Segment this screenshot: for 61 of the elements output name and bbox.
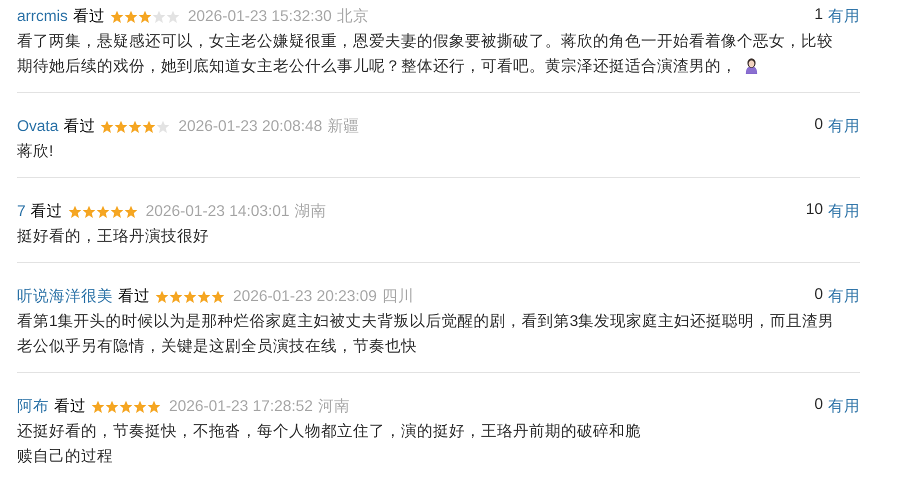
- star-icon: [138, 10, 152, 24]
- star-icon: [156, 120, 170, 134]
- user-name-link[interactable]: arrcmis: [17, 8, 68, 26]
- useful-count: 0: [814, 286, 823, 305]
- star-icon: [169, 290, 183, 304]
- star-icon: [119, 400, 133, 414]
- star-icon: [166, 10, 180, 24]
- useful-link[interactable]: 有用: [828, 116, 860, 137]
- review-time: 2026-01-23 20:23:09: [233, 288, 377, 306]
- useful-link[interactable]: 有用: [828, 6, 860, 27]
- star-icon: [110, 204, 124, 218]
- star-icon: [82, 204, 96, 218]
- watch-status: 看过: [118, 287, 150, 307]
- useful-count: 0: [814, 116, 823, 135]
- review-text: 蒋欣!: [17, 142, 54, 162]
- useful-link[interactable]: 有用: [828, 201, 860, 222]
- watch-status: 看过: [54, 397, 86, 417]
- star-icon: [124, 204, 138, 218]
- watch-status: 看过: [72, 7, 105, 27]
- useful-count: 1: [814, 6, 823, 25]
- review-text: 看了两集，悬疑感还可以，女主老公嫌疑很重，恩爱夫妻的假象要被撕破了。蒋欣的角色一开始看着像个恶女，比较 期待她后续的戏份，她到底知道女主老公什么事儿呢？整体还行，可看吧。黄宗泽还挺适合演渣男的，: [17, 32, 834, 77]
- star-icon: [114, 120, 128, 134]
- review-location: 湖南: [294, 202, 327, 222]
- review-location: 北京: [336, 7, 369, 27]
- user-name-link[interactable]: 7: [17, 202, 26, 220]
- useful-link[interactable]: 有用: [828, 286, 860, 307]
- star-icon: [91, 400, 105, 414]
- person-icon: [743, 57, 760, 74]
- watch-status: 看过: [63, 117, 96, 137]
- star-icon: [147, 400, 161, 414]
- star-icon: [100, 120, 114, 134]
- useful-link[interactable]: 有用: [828, 396, 860, 417]
- star-icon: [68, 204, 82, 218]
- watch-status: 看过: [30, 202, 63, 222]
- star-icon: [105, 400, 119, 414]
- review-text: 挺好看的，王珞丹演技很好: [17, 227, 210, 247]
- star-icon: [124, 10, 138, 24]
- review-location: 新疆: [327, 117, 360, 137]
- review-time: 2026-01-23 20:08:48: [178, 118, 322, 136]
- review-location: 四川: [382, 287, 414, 307]
- star-icon: [183, 290, 197, 304]
- star-icon: [110, 10, 124, 24]
- star-icon: [197, 290, 211, 304]
- star-icon: [152, 10, 166, 24]
- review-time: 2026-01-23 17:28:52: [169, 398, 313, 416]
- user-name-link[interactable]: 阿布: [17, 396, 49, 417]
- star-icon: [142, 120, 156, 134]
- useful-count: 0: [814, 396, 823, 415]
- review-time: 2026-01-23 15:32:30: [188, 8, 332, 26]
- user-name-link[interactable]: Ovata: [17, 118, 58, 136]
- review-location: 河南: [318, 397, 350, 417]
- star-icon: [155, 290, 169, 304]
- review-time: 2026-01-23 14:03:01: [146, 202, 290, 220]
- star-icon: [133, 400, 147, 414]
- useful-count: 10: [806, 201, 823, 220]
- user-name-link[interactable]: 听说海洋很美: [17, 286, 113, 307]
- star-icon: [211, 290, 225, 304]
- review-text: 看第1集开头的时候以为是那种烂俗家庭主妇被丈夫背叛以后觉醒的剧，看到第3集发现家庭主妇还挺聪明，而且渣男 老公似乎另有隐情，关键是这剧全员演技在线，节奏也快: [17, 312, 836, 357]
- review-text: 还挺好看的，节奏挺快，不拖沓，每个人物都立住了，演的挺好，王珞丹前期的破碎和脆 赎自己的过程: [17, 422, 642, 467]
- star-icon: [128, 120, 142, 134]
- star-icon: [96, 204, 110, 218]
